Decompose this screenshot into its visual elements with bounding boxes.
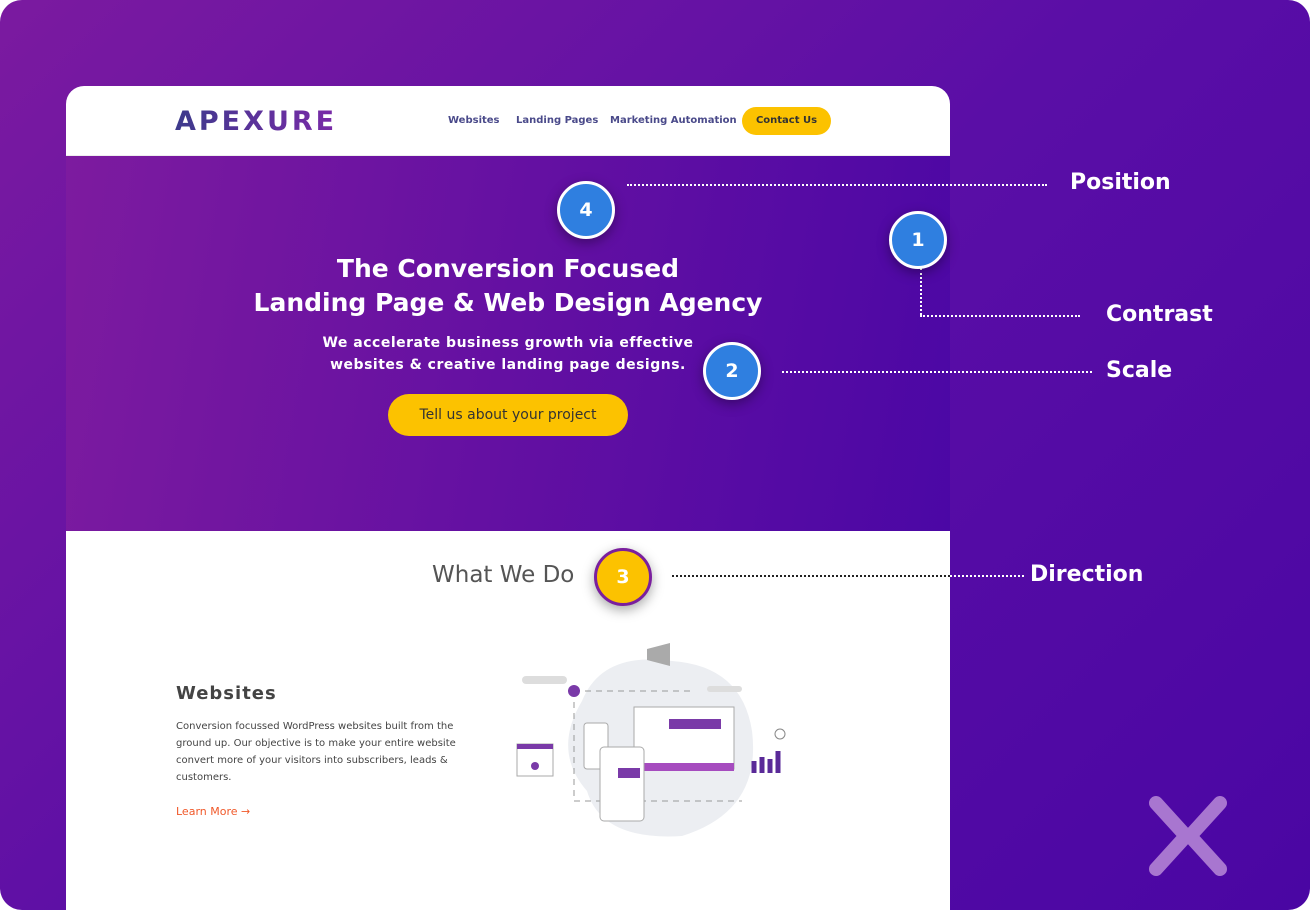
item-title: Websites [176,683,277,704]
marker-1: 1 [889,211,947,269]
logo: APEXURE [175,106,338,137]
marker-3: 3 [594,548,652,606]
label-position: Position [1070,170,1171,195]
item-description: Conversion focussed WordPress websites b… [176,721,456,783]
nav-marketing-automation[interactable]: Marketing Automation [610,115,737,126]
marker-2: 2 [703,342,761,400]
direction-line [950,575,1024,577]
direction-line-dark [672,575,950,577]
label-contrast: Contrast [1106,302,1213,327]
label-direction: Direction [1030,562,1144,587]
websites-illustration [516,643,786,837]
section-title: What We Do [432,562,575,588]
label-scale: Scale [1106,358,1173,383]
marker-4: 4 [557,181,615,239]
site-header: APEXURE Websites Landing Pages Marketing… [66,86,950,156]
learn-more-link[interactable]: Learn More → [176,805,250,818]
contrast-line [920,315,1080,317]
contrast-line-vertical [920,268,922,315]
x-logo-icon [1149,796,1227,876]
nav-landing-pages[interactable]: Landing Pages [516,115,598,126]
website-preview: APEXURE Websites Landing Pages Marketing… [66,86,950,916]
hero-subtitle: We accelerate business growth via effect… [322,335,694,373]
scale-line [782,371,1092,373]
cta-button[interactable]: Tell us about your project [388,394,628,436]
hero-title: The Conversion Focused Landing Page & Web… [253,254,763,317]
nav-websites[interactable]: Websites [448,115,500,126]
contact-button[interactable]: Contact Us [742,107,831,135]
position-line [627,184,1047,186]
hero: The Conversion Focused Landing Page & Web… [66,156,950,531]
